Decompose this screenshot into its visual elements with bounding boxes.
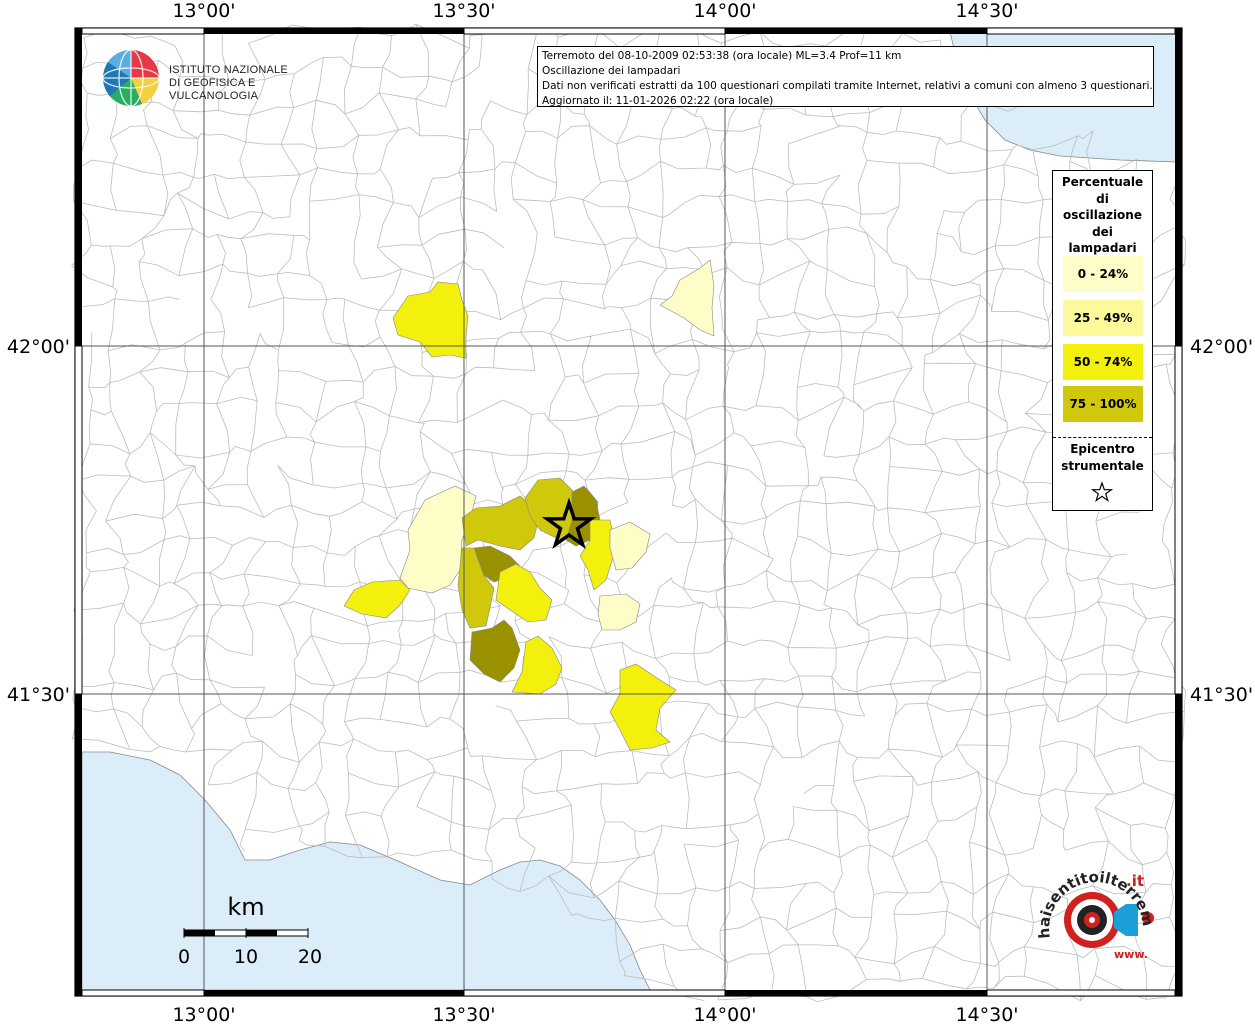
ingv-name: ISTITUTO NAZIONALE DI GEOFISICA E VULCAN…	[169, 64, 312, 103]
event-data-note: Dati non verificati estratti da 100 ques…	[542, 80, 1153, 92]
legend-item-25-49: 25 - 49%	[1063, 300, 1143, 336]
ingv-globe-icon	[102, 49, 160, 107]
tick-left-1: 41°30'	[7, 684, 70, 706]
legend-title: Percentuale di oscillazione dei lampadar…	[1053, 174, 1152, 257]
legend-separator	[1053, 437, 1152, 438]
legend-title-line: oscillazione	[1063, 208, 1142, 222]
legend-title-line: Percentuale	[1061, 175, 1144, 189]
scale-unit: km	[227, 893, 264, 921]
legend: Percentuale di oscillazione dei lampadar…	[1052, 170, 1153, 511]
tick-labels-right: 42°00' 41°30'	[1190, 336, 1253, 706]
scale-bar-graphic: km 0 10 20	[178, 893, 322, 968]
event-title: Terremoto del 08-10-2009 02:53:38 (ora l…	[542, 50, 902, 62]
hst-logo: haisentitoilterremoto .it www.	[1023, 848, 1157, 961]
map-land	[75, 28, 1182, 996]
tick-labels-left: 42°00' 41°30'	[7, 336, 70, 706]
hst-text-it: .it	[1126, 872, 1144, 890]
legend-item-50-74: 50 - 74%	[1063, 344, 1143, 380]
tick-top-2: 14°00'	[693, 0, 756, 22]
scale-tick-10: 10	[234, 946, 258, 968]
event-subtitle: Oscillazione dei lampadari	[542, 65, 681, 77]
ingv-line2: DI GEOFISICA E VULCANOLOGIA	[169, 77, 259, 102]
event-info-box: Terremoto del 08-10-2009 02:53:38 (ora l…	[537, 46, 1154, 107]
tick-bottom-3: 14°30'	[955, 1004, 1018, 1024]
tick-bottom-1: 13°30'	[432, 1004, 495, 1024]
scale-tick-0: 0	[178, 946, 190, 968]
tick-top-3: 14°30'	[955, 0, 1018, 22]
legend-item-0-24: 0 - 24%	[1063, 256, 1143, 292]
legend-epi-line: strumentale	[1061, 458, 1144, 473]
tick-right-0: 42°00'	[1190, 336, 1253, 358]
scale-bar: km 0 10 20	[170, 890, 340, 970]
tick-left-0: 42°00'	[7, 336, 70, 358]
event-updated: Aggiornato il: 11-01-2026 02:22 (ora loc…	[542, 95, 774, 107]
ingv-logo: ISTITUTO NAZIONALE DI GEOFISICA E VULCAN…	[102, 48, 312, 108]
tick-bottom-0: 13°00'	[172, 1004, 235, 1024]
scale-tick-20: 20	[298, 946, 322, 968]
tick-labels-top: 13°00' 13°30' 14°00' 14°30'	[172, 0, 1018, 22]
legend-title-line: di	[1096, 191, 1109, 206]
legend-epicenter-label: Epicentro strumentale	[1053, 441, 1152, 474]
tick-top-1: 13°30'	[432, 0, 495, 22]
hst-text-www: www.	[1114, 948, 1148, 961]
tick-right-1: 41°30'	[1190, 684, 1253, 706]
tick-top-0: 13°00'	[172, 0, 235, 22]
legend-star-icon	[1091, 481, 1113, 503]
tick-labels-bottom: 13°00' 13°30' 14°00' 14°30'	[172, 1004, 1018, 1024]
legend-epi-line: Epicentro	[1070, 442, 1135, 456]
legend-title-line: lampadari	[1068, 241, 1137, 255]
hai-sentito-il-terremoto-badge: haisentitoilterremoto .it www.	[1023, 848, 1168, 972]
legend-title-line: dei	[1092, 224, 1113, 239]
tick-bottom-2: 14°00'	[693, 1004, 756, 1024]
ingv-line1: ISTITUTO NAZIONALE	[169, 64, 288, 76]
legend-item-75-100: 75 - 100%	[1063, 386, 1143, 422]
